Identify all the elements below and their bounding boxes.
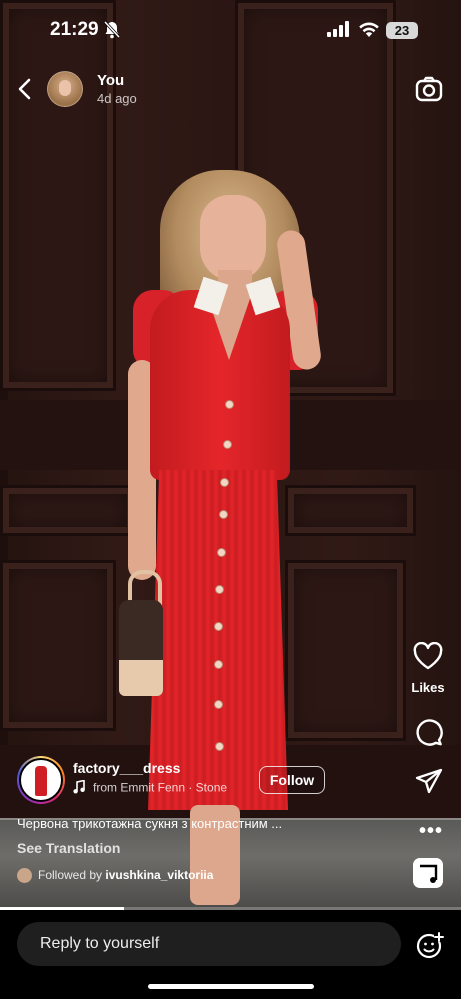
likes-label[interactable]: Likes: [400, 680, 456, 695]
bell-muted-icon: [103, 20, 121, 44]
wifi-icon: [358, 21, 380, 42]
status-time: 21:29: [50, 19, 99, 40]
dress-button: [214, 700, 223, 709]
chevron-left-icon: [14, 78, 38, 106]
comment-icon[interactable]: [415, 718, 443, 751]
camera-icon: [414, 76, 444, 108]
post-caption[interactable]: Червона трикотажна сукня з контрастним .…: [17, 816, 282, 831]
camera-button[interactable]: [414, 74, 444, 104]
audio-text: from Emmit Fenn · Stone: [93, 780, 228, 795]
heart-icon[interactable]: [413, 641, 443, 675]
dress-button: [223, 440, 232, 449]
avatar[interactable]: [47, 71, 83, 107]
more-icon[interactable]: •••: [419, 820, 443, 843]
cellular-signal-icon: [327, 21, 351, 42]
story-timestamp: 4d ago: [97, 91, 137, 106]
reply-bar: Reply to yourself: [0, 910, 461, 999]
emoji-plus-icon[interactable]: [416, 931, 444, 964]
door-panel: [285, 485, 416, 536]
dress-button: [225, 400, 234, 409]
send-icon[interactable]: [415, 768, 443, 801]
dress-button: [214, 660, 223, 669]
reply-placeholder: Reply to yourself: [40, 935, 160, 952]
follower-avatar: [17, 868, 32, 884]
followed-by-prefix: Followed by: [38, 868, 103, 882]
reel-video[interactable]: [0, 0, 461, 910]
dress-button: [219, 510, 228, 519]
home-indicator: [148, 984, 314, 989]
music-note-icon: [73, 779, 85, 797]
poster-avatar[interactable]: [17, 756, 65, 804]
red-dress-skirt: [148, 470, 288, 810]
music-icon: [413, 864, 443, 892]
follow-button[interactable]: Follow: [259, 766, 325, 794]
dress-button: [217, 548, 226, 557]
followed-by[interactable]: Followed by ivushkina_viktoriia: [17, 868, 214, 884]
status-bar: 21:29 23: [0, 0, 461, 58]
action-rail: Likes •••: [400, 640, 456, 900]
dress-button: [220, 478, 229, 487]
see-translation-link[interactable]: See Translation: [17, 840, 120, 856]
model-face: [200, 195, 266, 281]
handbag-trim: [119, 660, 163, 696]
dress-button: [214, 622, 223, 631]
back-button[interactable]: [14, 76, 38, 102]
door-panel: [285, 560, 406, 741]
followed-by-user: ivushkina_viktoriia: [105, 868, 214, 882]
reply-input[interactable]: Reply to yourself: [17, 922, 401, 966]
reel-viewer: 21:29 23 You 4d ago Likes ••• factory___…: [0, 0, 461, 999]
door-panel: [0, 560, 116, 731]
door-panel: [0, 485, 136, 536]
story-username[interactable]: You: [97, 72, 124, 89]
door-panel: [0, 0, 116, 391]
dress-button: [215, 585, 224, 594]
audio-attribution[interactable]: from Emmit Fenn · Stone: [73, 779, 228, 797]
audio-button[interactable]: [413, 858, 443, 888]
poster-username[interactable]: factory___dress: [73, 760, 180, 776]
dress-button: [215, 742, 224, 751]
battery-indicator: 23: [386, 22, 418, 39]
